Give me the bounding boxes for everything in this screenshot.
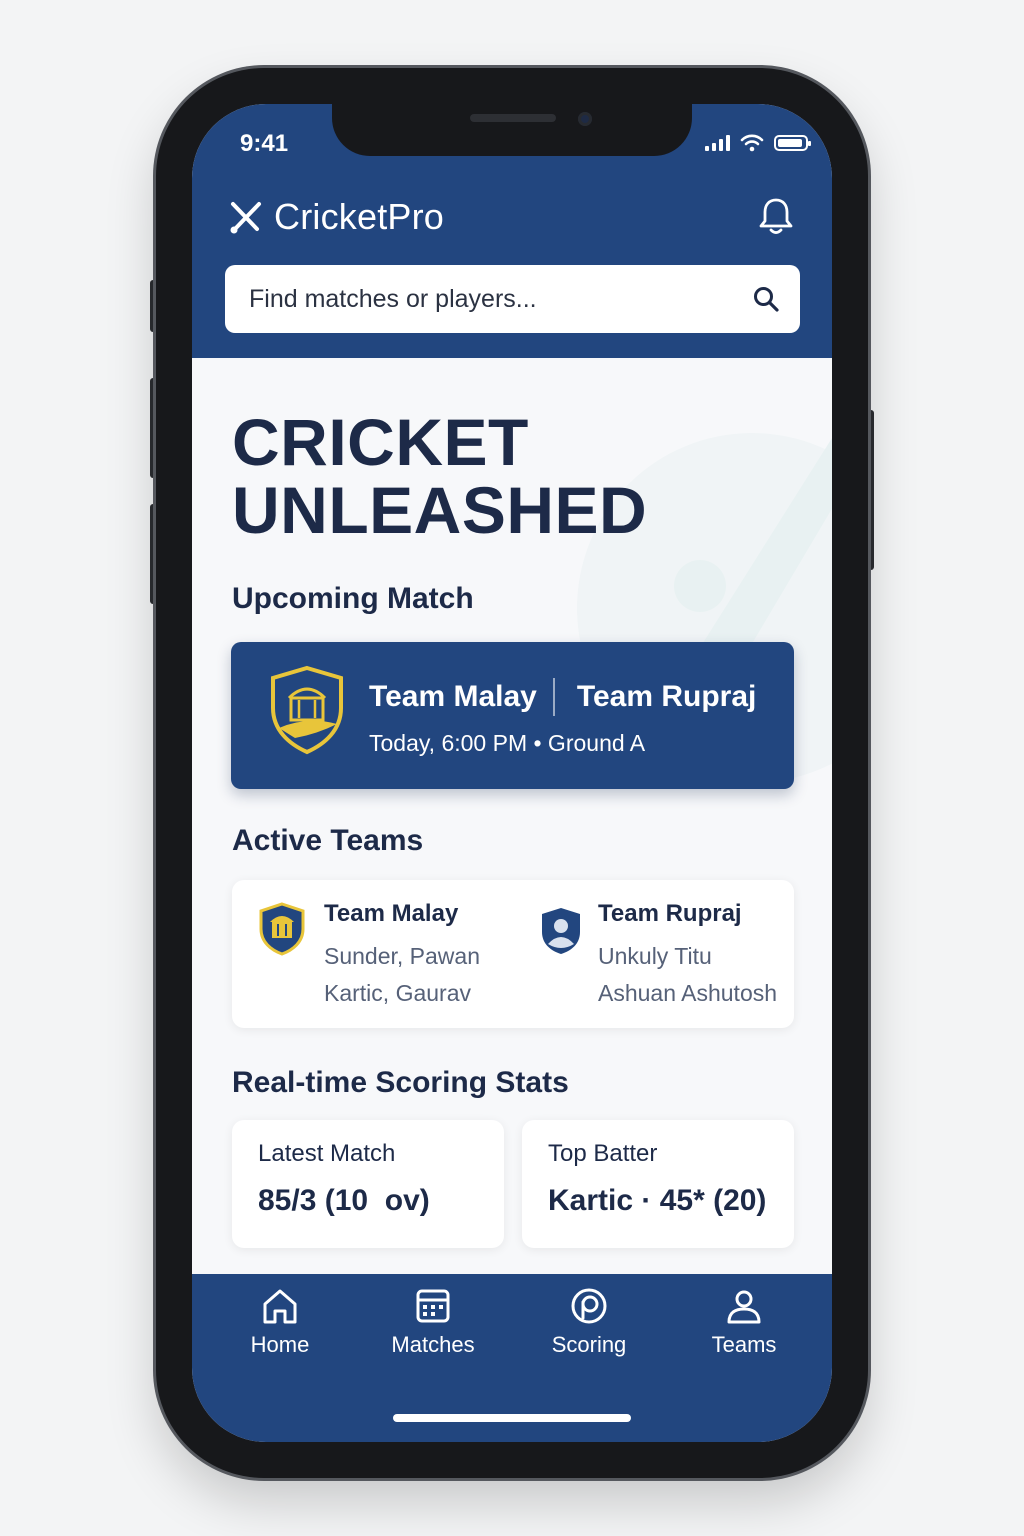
match-team-b: Team Rupraj [576, 680, 757, 713]
upcoming-match-card[interactable]: Team Malay Team Rupraj Today, 6:00 PM • … [231, 642, 794, 789]
mockup-stage: 9:41 CricketPro Find matches or players.… [0, 0, 1024, 1536]
calendar-icon [416, 1289, 450, 1323]
stat-value: Kartic · 45* (20) [548, 1184, 767, 1217]
brand: CricketPro [228, 196, 444, 238]
home-icon [263, 1289, 297, 1324]
nav-label: Matches [391, 1332, 475, 1357]
team-rupraj-item[interactable]: Team Rupraj Unkuly Titu Ashuan Ashutosh [598, 900, 777, 1012]
active-teams-title: Active Teams [232, 824, 424, 857]
stat-label: Latest Match [258, 1140, 396, 1167]
bottom-nav: Home Matches Scoring Teams [192, 1274, 832, 1442]
crossed-bats-icon [230, 202, 261, 234]
speaker-grille [470, 114, 556, 122]
upcoming-match-title: Upcoming Match [232, 582, 474, 615]
match-meta: Today, 6:00 PM • Ground A [369, 730, 646, 756]
status-time: 9:41 [240, 130, 289, 157]
match-divider [552, 678, 555, 716]
stat-value: 85/3 (10 ov) [258, 1184, 430, 1217]
search-icon[interactable] [752, 285, 780, 313]
search-input[interactable] [249, 284, 752, 314]
nav-scoring[interactable]: Scoring [519, 1286, 659, 1358]
status-icons [705, 134, 811, 152]
signal-icon [705, 135, 730, 151]
wifi-icon [740, 134, 764, 152]
team-members: Kartic, Gaurav [324, 980, 471, 1006]
stat-label: Top Batter [548, 1140, 658, 1167]
team-malay-badge-icon [259, 902, 305, 956]
match-teams: Team Malay Team Rupraj [369, 678, 756, 716]
team-name: Team Malay [324, 900, 459, 927]
match-team-a: Team Malay [369, 680, 537, 713]
team-malay-shield-icon [271, 665, 343, 755]
team-members: Sunder, Pawan [324, 943, 481, 969]
hero-title: CRICKET UNLEASHED [232, 408, 647, 544]
nav-label: Scoring [551, 1332, 627, 1357]
search-bar[interactable] [225, 265, 800, 333]
nav-label: Home [250, 1332, 310, 1357]
team-rupraj-badge-icon [542, 908, 580, 954]
phone-screen: 9:41 CricketPro Find matches or players.… [192, 104, 832, 1442]
battery-icon [774, 135, 811, 151]
team-malay-item[interactable]: Team Malay Sunder, Pawan Kartic, Gaurav [324, 900, 480, 1012]
team-name: Team Rupraj [598, 900, 742, 927]
latest-match-card[interactable]: Latest Match 85/3 (10 ov) [232, 1120, 504, 1248]
app-name: CricketPro [274, 196, 445, 237]
hero-line-1: CRICKET [232, 405, 529, 479]
team-members: Ashuan Ashutosh [598, 980, 778, 1006]
home-indicator[interactable] [393, 1414, 631, 1422]
nav-teams[interactable]: Teams [674, 1286, 814, 1358]
phone-notch [332, 100, 692, 156]
home-content: CRICKET UNLEASHED Upcoming Match Team Ma… [192, 358, 832, 1274]
top-batter-card[interactable]: Top Batter Kartic · 45* (20) [522, 1120, 794, 1248]
hero-line-2: UNLEASHED [232, 473, 648, 547]
nav-home[interactable]: Home [210, 1286, 350, 1358]
user-icon [727, 1290, 761, 1324]
bell-icon[interactable] [758, 196, 794, 236]
scoring-icon [571, 1288, 607, 1324]
nav-matches[interactable]: Matches [363, 1286, 503, 1358]
front-camera [578, 112, 592, 126]
team-members: Unkuly Titu [598, 943, 712, 969]
active-teams-card: Team Malay Sunder, Pawan Kartic, Gaurav … [232, 880, 794, 1028]
scoring-stats-title: Real-time Scoring Stats [232, 1066, 569, 1099]
nav-label: Teams [711, 1332, 777, 1357]
